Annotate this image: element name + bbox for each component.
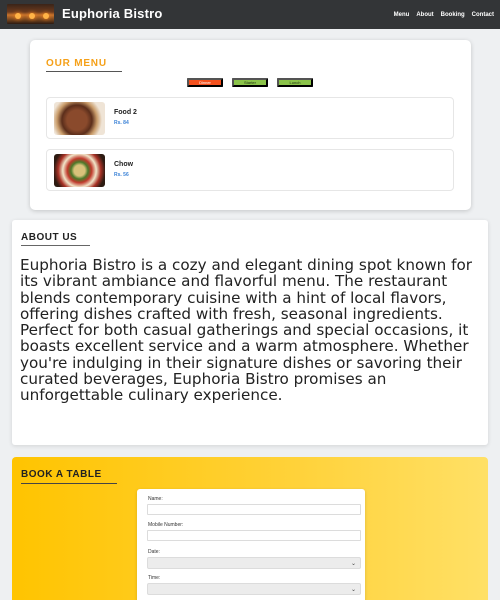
about-section: ABOUT US Euphoria Bistro is a cozy and e…	[12, 220, 488, 445]
tab-starter[interactable]: Starter	[232, 78, 268, 87]
dish-image	[54, 102, 105, 135]
about-title: ABOUT US	[21, 232, 78, 243]
nav-links: Menu About Booking Contact	[394, 12, 494, 18]
name-input[interactable]	[147, 504, 361, 515]
about-title-underline	[21, 245, 90, 246]
dish-image	[54, 154, 105, 187]
dish-price: Rs. 84	[114, 120, 129, 126]
menu-title: OUR MENU	[46, 58, 107, 69]
name-label: Name:	[148, 496, 163, 502]
mobile-input[interactable]	[147, 530, 361, 541]
nav-link-menu[interactable]: Menu	[394, 12, 410, 18]
booking-title: BOOK A TABLE	[21, 469, 102, 480]
brand-name[interactable]: Euphoria Bistro	[62, 6, 163, 21]
date-select[interactable]: ⌄	[147, 557, 361, 569]
date-label: Date:	[148, 549, 160, 555]
navbar: Euphoria Bistro Menu About Booking Conta…	[0, 0, 500, 29]
dish-name: Food 2	[114, 109, 137, 116]
nav-link-about[interactable]: About	[416, 12, 433, 18]
time-label: Time:	[148, 575, 161, 581]
mobile-label: Mobile Number:	[148, 522, 184, 528]
chevron-down-icon: ⌄	[350, 587, 356, 593]
logo-image[interactable]	[7, 4, 54, 24]
menu-tabs: Dinner Starter Lunch	[187, 78, 313, 87]
time-select[interactable]: ⌄	[147, 583, 361, 595]
chevron-down-icon: ⌄	[350, 561, 356, 567]
booking-section: BOOK A TABLE Name: Mobile Number: Date: …	[12, 457, 488, 600]
tab-dinner[interactable]: Dinner	[187, 78, 223, 87]
nav-link-contact[interactable]: Contact	[472, 12, 494, 18]
menu-item[interactable]: Chow Rs. 56	[46, 149, 454, 191]
about-text: Euphoria Bistro is a cozy and elegant di…	[20, 256, 472, 405]
menu-section: OUR MENU Dinner Starter Lunch Food 2 Rs.…	[30, 40, 471, 210]
booking-title-underline	[21, 483, 117, 484]
nav-link-booking[interactable]: Booking	[441, 12, 465, 18]
tab-lunch[interactable]: Lunch	[277, 78, 313, 87]
menu-item[interactable]: Food 2 Rs. 84	[46, 97, 454, 139]
dish-name: Chow	[114, 161, 134, 168]
booking-form: Name: Mobile Number: Date: ⌄ Time: ⌄	[137, 489, 365, 600]
dish-price: Rs. 56	[114, 172, 129, 178]
menu-title-underline	[46, 71, 122, 72]
